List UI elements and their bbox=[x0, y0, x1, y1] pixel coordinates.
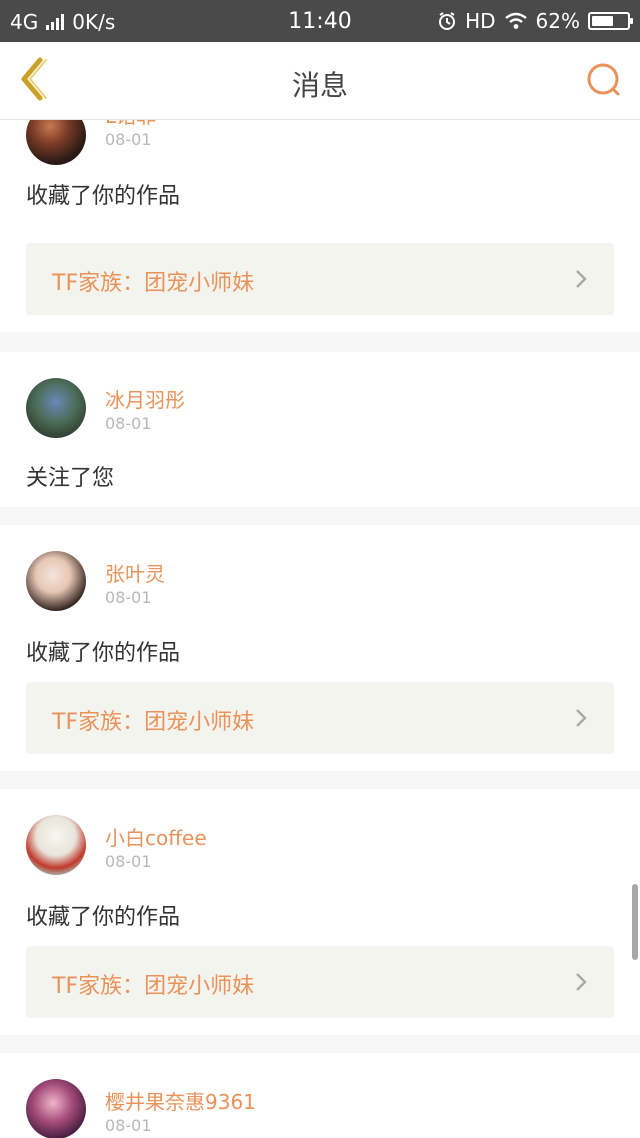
avatar[interactable] bbox=[26, 1079, 86, 1138]
work-link[interactable]: TF家族：团宠小师妹 bbox=[26, 946, 614, 1018]
alarm-icon bbox=[439, 12, 456, 30]
search-button[interactable] bbox=[584, 60, 624, 100]
message-card[interactable]: 冰月羽彤 08-01 关注了您 bbox=[0, 352, 640, 507]
message-action: 收藏了你的作品 bbox=[26, 641, 181, 666]
avatar[interactable] bbox=[26, 815, 86, 875]
work-title: TF家族：团宠小师妹 bbox=[52, 271, 255, 296]
message-card[interactable]: 樱井果奈惠9361 08-01 bbox=[0, 1053, 640, 1138]
work-title: TF家族：团宠小师妹 bbox=[52, 974, 255, 999]
hd-indicator: HD bbox=[465, 9, 496, 33]
message-card[interactable]: L诺菲 08-01 收藏了你的作品 TF家族：团宠小师妹 bbox=[0, 120, 640, 332]
page-title: 消息 bbox=[291, 69, 348, 102]
work-title: TF家族：团宠小师妹 bbox=[52, 710, 255, 735]
message-card[interactable]: 张叶灵 08-01 收藏了你的作品 TF家族：团宠小师妹 bbox=[0, 525, 640, 771]
sender-name[interactable]: 冰月羽彤 bbox=[105, 384, 185, 413]
sender-name[interactable]: L诺菲 bbox=[105, 120, 156, 129]
message-date: 08-01 bbox=[105, 414, 152, 433]
message-date: 08-01 bbox=[105, 130, 152, 149]
message-date: 08-01 bbox=[105, 852, 152, 871]
nav-bar: 消息 bbox=[0, 42, 640, 120]
sender-name[interactable]: 樱井果奈惠9361 bbox=[105, 1086, 256, 1115]
status-bar: 4G 0K/s 11:40 HD 62% bbox=[0, 0, 640, 42]
work-link[interactable]: TF家族：团宠小师妹 bbox=[26, 243, 614, 315]
chevron-right-icon bbox=[576, 973, 587, 991]
search-icon bbox=[587, 63, 620, 96]
status-right: HD 62% bbox=[437, 9, 633, 33]
message-action: 关注了您 bbox=[26, 466, 115, 491]
wifi-icon bbox=[504, 12, 527, 29]
message-card[interactable]: 小白coffee 08-01 收藏了你的作品 TF家族：团宠小师妹 bbox=[0, 789, 640, 1035]
work-link[interactable]: TF家族：团宠小师妹 bbox=[26, 682, 614, 754]
message-feed[interactable]: L诺菲 08-01 收藏了你的作品 TF家族：团宠小师妹 冰月羽彤 08-01 … bbox=[0, 120, 640, 1138]
scrollbar[interactable] bbox=[632, 884, 638, 960]
avatar[interactable] bbox=[26, 120, 86, 165]
message-date: 08-01 bbox=[105, 1116, 152, 1135]
sender-name[interactable]: 小白coffee bbox=[105, 822, 207, 851]
message-date: 08-01 bbox=[105, 588, 152, 607]
chevron-right-icon bbox=[576, 270, 587, 288]
sender-name[interactable]: 张叶灵 bbox=[105, 558, 165, 587]
avatar[interactable] bbox=[26, 378, 86, 438]
chevron-right-icon bbox=[576, 709, 587, 727]
battery-percent: 62% bbox=[535, 9, 580, 33]
message-action: 收藏了你的作品 bbox=[26, 184, 181, 209]
avatar[interactable] bbox=[26, 551, 86, 611]
message-action: 收藏了你的作品 bbox=[26, 905, 181, 930]
battery-icon bbox=[588, 12, 633, 30]
